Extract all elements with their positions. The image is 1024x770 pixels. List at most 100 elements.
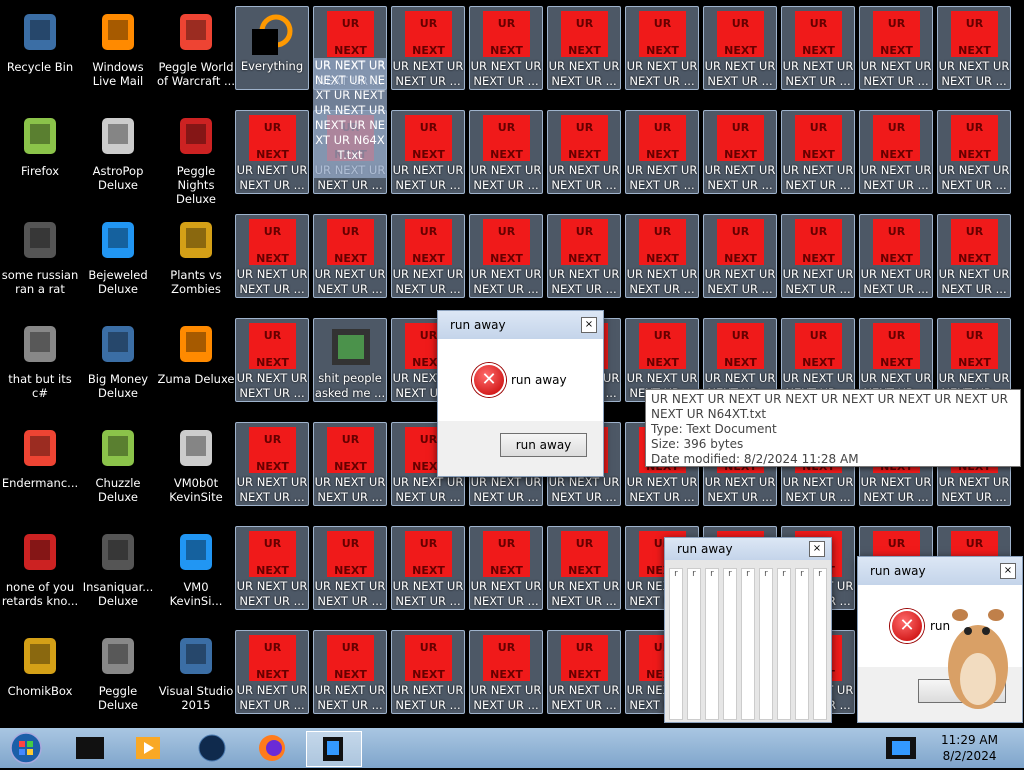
desktop-icon[interactable]: Peggle Deluxe: [79, 626, 157, 726]
text-file-icon[interactable]: UR NEXT UR NEXT UR NEXT UR ...: [547, 6, 621, 90]
text-file-icon[interactable]: UR NEXT UR NEXT UR NEXT UR ...: [937, 214, 1011, 298]
text-file-icon[interactable]: UR NEXT UR NEXT UR NEXT UR ...: [859, 214, 933, 298]
desktop-icon[interactable]: Windows Live Mail: [79, 2, 157, 102]
taskbar-app-icon[interactable]: [62, 731, 118, 765]
thumb-ur: UR: [731, 225, 750, 238]
text-file-icon[interactable]: UR NEXT UR NEXT UR NEXT UR ...: [235, 318, 309, 402]
clock[interactable]: 11:29 AM 8/2/2024: [941, 732, 998, 764]
thumb-next: NEXT: [958, 148, 991, 161]
desktop-icon[interactable]: Peggle World of Warcraft ...: [157, 2, 235, 102]
text-file-icon[interactable]: UR NEXT UR NEXT UR NEXT UR ...: [547, 214, 621, 298]
text-file-icon[interactable]: UR NEXT UR NEXT UR NEXT UR ...: [235, 526, 309, 610]
strip-letter: r: [710, 569, 714, 579]
text-file-icon[interactable]: UR NEXT UR NEXT UR NEXT UR ...: [937, 110, 1011, 194]
text-file-icon[interactable]: UR NEXT UR NEXT UR NEXT UR ...: [391, 526, 465, 610]
thumb-next: NEXT: [568, 252, 601, 265]
text-file-icon[interactable]: UR NEXT UR NEXT UR NEXT UR ...: [781, 6, 855, 90]
text-file-icon[interactable]: UR NEXT UR NEXT UR NEXT UR ...: [547, 526, 621, 610]
text-file-icon[interactable]: UR NEXT UR NEXT UR NEXT UR ...: [703, 214, 777, 298]
text-file-icon[interactable]: UR NEXT UR NEXT UR NEXT UR ...: [391, 110, 465, 194]
desktop-icon[interactable]: Peggle Nights Deluxe: [157, 106, 235, 206]
desktop-icon[interactable]: that but its c#: [1, 314, 79, 414]
text-file-icon[interactable]: UR NEXT UR NEXT UR NEXT UR ...: [313, 214, 387, 298]
run-away-dialog-front[interactable]: run away × ✕ run ru: [857, 556, 1023, 723]
desktop-icon[interactable]: AstroPop Deluxe: [79, 106, 157, 206]
thumb-next: NEXT: [568, 564, 601, 577]
file-label: UR NEXT UR NEXT UR ...: [470, 267, 542, 296]
desktop-icon[interactable]: VM0 KevinSi...: [157, 522, 235, 622]
desktop-icon[interactable]: Plants vs Zombies: [157, 210, 235, 310]
selected-file-label[interactable]: UR NEXT UR NEXT UR NEXT UR NEXT UR NEXT …: [313, 58, 387, 178]
text-file-icon[interactable]: UR NEXT UR NEXT UR NEXT UR ...: [235, 630, 309, 714]
folder-icon[interactable]: shit people asked me ...: [313, 318, 387, 402]
media-player-icon[interactable]: [120, 731, 176, 765]
text-file-icon[interactable]: UR NEXT UR NEXT UR NEXT UR ...: [625, 110, 699, 194]
desktop-icon[interactable]: ChomikBox: [1, 626, 79, 726]
run-away-dialog[interactable]: run away × ✕ run away run away: [437, 310, 604, 477]
desktop-icon[interactable]: VM0b0t KevinSite: [157, 418, 235, 518]
text-file-icon[interactable]: UR NEXT UR NEXT UR NEXT UR ...: [391, 6, 465, 90]
start-button[interactable]: [0, 731, 50, 765]
thumb-next: NEXT: [802, 44, 835, 57]
desktop-icon[interactable]: Firefox: [1, 106, 79, 206]
dialog-titlebar[interactable]: run away ×: [665, 538, 831, 560]
run-away-dialog-back[interactable]: run away × r r r r r r r r r: [664, 537, 832, 723]
text-file-icon[interactable]: UR NEXT UR NEXT UR NEXT UR ...: [469, 214, 543, 298]
text-file-icon[interactable]: UR NEXT UR NEXT UR NEXT UR ...: [469, 6, 543, 90]
text-file-icon[interactable]: UR NEXT UR NEXT UR NEXT UR ...: [469, 526, 543, 610]
text-file-icon[interactable]: UR NEXT UR NEXT UR NEXT UR ...: [469, 110, 543, 194]
desktop-icon[interactable]: Recycle Bin: [1, 2, 79, 102]
text-file-icon[interactable]: UR NEXT UR NEXT UR NEXT UR ...: [625, 214, 699, 298]
dialog-titlebar[interactable]: run away ×: [858, 557, 1022, 585]
text-file-icon[interactable]: UR NEXT UR NEXT UR NEXT UR ...: [235, 110, 309, 194]
text-file-icon[interactable]: UR NEXT UR NEXT UR NEXT UR ...: [391, 630, 465, 714]
thumb-ur: UR: [887, 17, 906, 30]
text-file-icon[interactable]: UR NEXT UR NEXT UR NEXT UR ...: [235, 214, 309, 298]
globe-icon[interactable]: [184, 731, 240, 765]
file-thumbnail: UR NEXT: [873, 115, 920, 161]
error-icon: ✕: [472, 363, 506, 397]
text-file-icon[interactable]: UR NEXT UR NEXT UR NEXT UR ...: [469, 630, 543, 714]
thumb-ur: UR: [497, 225, 516, 238]
file-label: UR NEXT UR NEXT UR ...: [236, 683, 308, 712]
taskbar-active-app-icon[interactable]: [306, 731, 362, 767]
text-file-icon[interactable]: UR NEXT UR NEXT UR NEXT UR ...: [781, 110, 855, 194]
text-file-icon[interactable]: UR NEXT UR NEXT UR NEXT UR ...: [547, 630, 621, 714]
desktop-icon[interactable]: Insaniquar... Deluxe: [79, 522, 157, 622]
firefox-icon[interactable]: [244, 731, 300, 765]
desktop-icon[interactable]: Visual Studio 2015: [157, 626, 235, 726]
text-file-icon[interactable]: UR NEXT UR NEXT UR NEXT UR ...: [703, 110, 777, 194]
text-file-icon[interactable]: UR NEXT UR NEXT UR NEXT UR ...: [235, 422, 309, 506]
text-file-icon[interactable]: UR NEXT UR NEXT UR NEXT UR ...: [313, 526, 387, 610]
text-file-icon[interactable]: UR NEXT UR NEXT UR NEXT UR ...: [391, 214, 465, 298]
run-away-button[interactable]: run away: [500, 433, 587, 457]
text-file-icon[interactable]: UR NEXT UR NEXT UR NEXT UR ...: [547, 110, 621, 194]
file-label: UR NEXT UR NEXT UR ...: [236, 267, 308, 296]
text-file-icon[interactable]: UR NEXT UR NEXT UR NEXT UR ...: [703, 6, 777, 90]
tray-icon[interactable]: [882, 733, 930, 763]
desktop-icon[interactable]: some russian ran a rat: [1, 210, 79, 310]
dialog-titlebar[interactable]: run away ×: [438, 311, 603, 339]
desktop-icon[interactable]: Endermanc...: [1, 418, 79, 518]
desktop-icon[interactable]: Zuma Deluxe: [157, 314, 235, 414]
text-file-icon[interactable]: UR NEXT UR NEXT UR NEXT UR ...: [313, 630, 387, 714]
desktop-icon[interactable]: Big Money Deluxe: [79, 314, 157, 414]
thumb-ur: UR: [965, 329, 984, 342]
text-file-icon[interactable]: UR NEXT UR NEXT UR NEXT UR ...: [625, 6, 699, 90]
file-label: UR NEXT UR NEXT UR ...: [236, 475, 308, 504]
text-file-icon[interactable]: UR NEXT UR NEXT UR NEXT UR ...: [859, 110, 933, 194]
close-icon[interactable]: ×: [581, 317, 597, 333]
text-file-icon[interactable]: UR NEXT UR NEXT UR NEXT UR ...: [859, 6, 933, 90]
taskbar: 11:29 AM 8/2/2024: [0, 728, 1024, 768]
desktop-icon[interactable]: Bejeweled Deluxe: [79, 210, 157, 310]
text-file-icon[interactable]: UR NEXT UR NEXT UR NEXT UR ...: [781, 214, 855, 298]
file-label: UR NEXT UR NEXT UR ...: [392, 267, 464, 296]
everything-icon[interactable]: Everything: [235, 6, 309, 90]
desktop-icon[interactable]: Chuzzle Deluxe: [79, 418, 157, 518]
close-icon[interactable]: ×: [809, 541, 825, 557]
desktop-icon[interactable]: none of you retards kno...: [1, 522, 79, 622]
thumb-ur: UR: [263, 121, 282, 134]
close-icon[interactable]: ×: [1000, 563, 1016, 579]
text-file-icon[interactable]: UR NEXT UR NEXT UR NEXT UR ...: [937, 6, 1011, 90]
text-file-icon[interactable]: UR NEXT UR NEXT UR NEXT UR ...: [313, 422, 387, 506]
